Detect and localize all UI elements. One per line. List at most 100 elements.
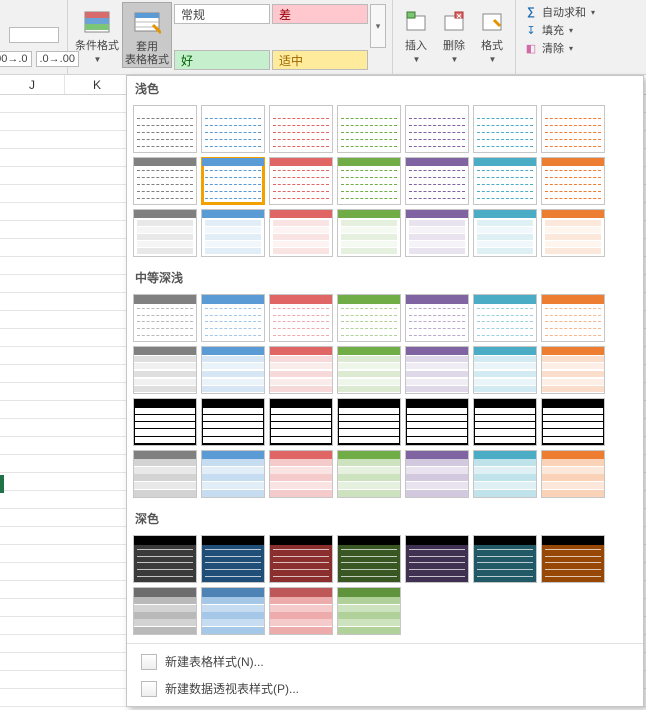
autosum-button[interactable]: ∑自动求和▾ — [524, 4, 595, 20]
table-style-swatch[interactable] — [133, 450, 197, 498]
format-icon — [476, 6, 508, 38]
table-style-swatch[interactable] — [133, 157, 197, 205]
table-style-swatch[interactable] — [541, 157, 605, 205]
style-bad[interactable]: 差 — [272, 4, 368, 24]
table-style-swatch[interactable] — [133, 209, 197, 257]
insert-icon — [400, 6, 432, 38]
table-style-swatch[interactable] — [405, 294, 469, 342]
table-style-swatch[interactable] — [269, 587, 333, 635]
increase-decimal-button[interactable]: .00→.0 — [0, 51, 32, 67]
cells-group: 插入▼ 删除▼ 格式▼ — [392, 0, 516, 74]
new-table-style-button[interactable]: 新建表格样式(N)... — [127, 648, 643, 675]
number-group: .00→.0 .0→.00 — [0, 0, 68, 74]
conditional-format-button[interactable]: 条件格式 ▼ — [72, 2, 122, 64]
table-style-swatch[interactable] — [201, 105, 265, 153]
table-style-swatch[interactable] — [133, 346, 197, 394]
table-style-swatch[interactable] — [405, 346, 469, 394]
table-style-swatch[interactable] — [541, 294, 605, 342]
table-style-swatch[interactable] — [201, 587, 265, 635]
editing-group: ∑自动求和▾ ↧填充▾ ◧清除▾ — [516, 0, 603, 74]
table-style-swatch[interactable] — [541, 450, 605, 498]
table-styles-gallery: 浅色 中等深浅 深色 新建表格样式(N)... 新建数据透视表样式(P)... — [126, 75, 644, 707]
table-style-swatch[interactable] — [269, 105, 333, 153]
table-style-swatch[interactable] — [269, 157, 333, 205]
eraser-icon: ◧ — [524, 41, 538, 55]
table-style-swatch[interactable] — [133, 294, 197, 342]
table-style-swatch[interactable] — [541, 105, 605, 153]
new-table-style-icon — [141, 654, 157, 670]
style-neutral[interactable]: 适中 — [272, 50, 368, 70]
table-style-swatch[interactable] — [541, 346, 605, 394]
table-style-swatch[interactable] — [473, 398, 537, 446]
table-style-swatch[interactable] — [473, 450, 537, 498]
table-style-swatch[interactable] — [337, 105, 401, 153]
table-style-swatch[interactable] — [133, 398, 197, 446]
table-style-swatch[interactable] — [133, 535, 197, 583]
format-as-table-button[interactable]: 套用 表格格式 — [122, 2, 172, 68]
table-style-swatch[interactable] — [405, 450, 469, 498]
conditional-format-icon — [81, 6, 113, 38]
clear-button[interactable]: ◧清除▾ — [524, 40, 595, 56]
style-normal[interactable]: 常规 — [174, 4, 270, 24]
insert-button[interactable]: 插入▼ — [397, 2, 435, 64]
new-pivot-style-button[interactable]: 新建数据透视表样式(P)... — [127, 675, 643, 702]
styles-group: 条件格式 ▼ 套用 表格格式 常规 差 ▾ 好 适中 — [68, 0, 392, 74]
chevron-down-icon: ▼ — [94, 55, 102, 64]
table-style-swatch[interactable] — [405, 535, 469, 583]
table-style-swatch[interactable] — [201, 294, 265, 342]
table-style-swatch[interactable] — [405, 105, 469, 153]
col-header-k[interactable]: K — [65, 75, 130, 94]
table-style-swatch[interactable] — [201, 346, 265, 394]
table-style-swatch[interactable] — [201, 450, 265, 498]
format-as-table-label: 套用 表格格式 — [125, 41, 169, 67]
table-style-swatch[interactable] — [473, 209, 537, 257]
delete-icon — [438, 6, 470, 38]
active-cell-indicator — [0, 475, 4, 493]
table-style-swatch[interactable] — [405, 209, 469, 257]
table-style-swatch[interactable] — [269, 535, 333, 583]
table-style-swatch[interactable] — [473, 157, 537, 205]
table-style-swatch[interactable] — [201, 157, 265, 205]
table-style-swatch[interactable] — [201, 209, 265, 257]
table-style-swatch[interactable] — [201, 535, 265, 583]
table-style-swatch[interactable] — [337, 450, 401, 498]
table-style-swatch[interactable] — [269, 209, 333, 257]
table-style-swatch[interactable] — [541, 209, 605, 257]
table-style-swatch[interactable] — [337, 209, 401, 257]
table-style-swatch[interactable] — [473, 105, 537, 153]
table-style-swatch[interactable] — [337, 587, 401, 635]
cell-styles-preview: 常规 差 ▾ 好 适中 — [172, 2, 388, 72]
table-style-swatch[interactable] — [269, 294, 333, 342]
format-button[interactable]: 格式▼ — [473, 2, 511, 64]
table-style-swatch[interactable] — [337, 346, 401, 394]
table-style-swatch[interactable] — [337, 398, 401, 446]
table-style-swatch[interactable] — [133, 105, 197, 153]
styles-more-button[interactable]: ▾ — [370, 4, 386, 48]
col-header-j[interactable]: J — [0, 75, 65, 94]
fill-button[interactable]: ↧填充▾ — [524, 22, 595, 38]
table-style-swatch[interactable] — [541, 398, 605, 446]
table-style-swatch[interactable] — [269, 398, 333, 446]
gallery-section-medium: 中等深浅 — [127, 265, 643, 290]
table-style-swatch[interactable] — [541, 535, 605, 583]
table-style-swatch[interactable] — [405, 157, 469, 205]
delete-button[interactable]: 删除▼ — [435, 2, 473, 64]
table-style-swatch[interactable] — [201, 398, 265, 446]
gallery-footer: 新建表格样式(N)... 新建数据透视表样式(P)... — [127, 643, 643, 706]
style-good[interactable]: 好 — [174, 50, 270, 70]
table-style-swatch[interactable] — [133, 587, 197, 635]
table-style-swatch[interactable] — [473, 535, 537, 583]
gallery-section-light: 浅色 — [127, 76, 643, 101]
table-style-swatch[interactable] — [337, 535, 401, 583]
table-style-swatch[interactable] — [269, 450, 333, 498]
table-style-swatch[interactable] — [269, 346, 333, 394]
table-style-swatch[interactable] — [337, 294, 401, 342]
table-style-swatch[interactable] — [473, 346, 537, 394]
fill-down-icon: ↧ — [524, 23, 538, 37]
table-style-swatch[interactable] — [405, 398, 469, 446]
table-style-swatch[interactable] — [337, 157, 401, 205]
conditional-format-label: 条件格式 — [75, 40, 119, 53]
table-format-icon — [131, 7, 163, 39]
table-style-swatch[interactable] — [473, 294, 537, 342]
ribbon: .00→.0 .0→.00 条件格式 ▼ 套用 表格格式 常 — [0, 0, 646, 75]
